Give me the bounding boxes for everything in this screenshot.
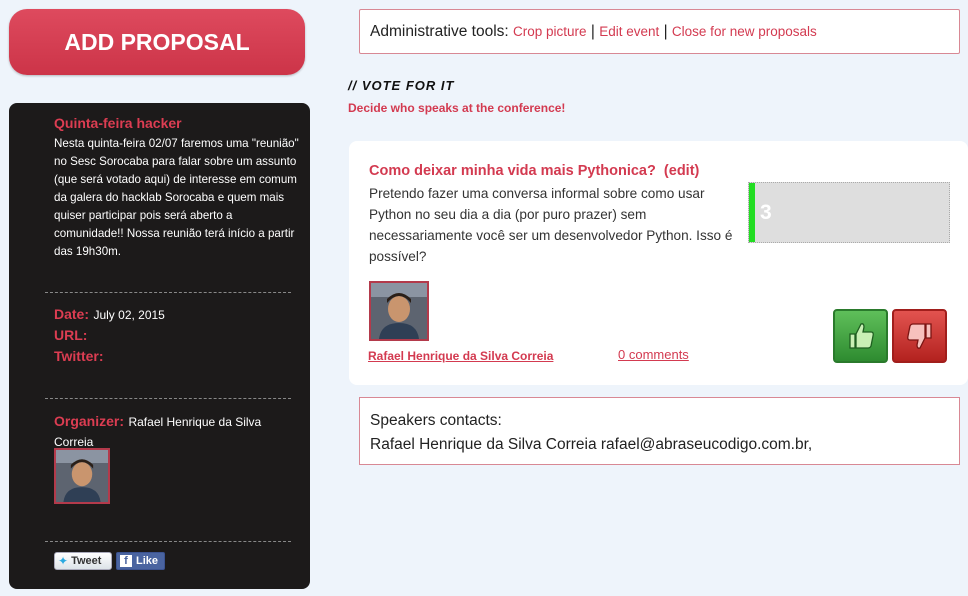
edit-event-link[interactable]: Edit event <box>599 24 659 39</box>
author-avatar[interactable] <box>369 281 429 341</box>
twitter-label: Twitter: <box>54 348 104 364</box>
event-description: Nesta quinta-feira 02/07 faremos uma "re… <box>54 137 299 258</box>
organizer-label: Organizer: <box>54 413 125 429</box>
date-value: July 02, 2015 <box>93 308 165 322</box>
separator: | <box>590 23 595 40</box>
thumbs-up-icon <box>848 323 874 349</box>
crop-picture-link[interactable]: Crop picture <box>513 24 587 39</box>
tweet-button[interactable]: ✦ Tweet <box>54 552 112 570</box>
facebook-like-button[interactable]: f Like <box>116 552 165 570</box>
speaker-contact: Rafael Henrique da Silva Correia rafael@… <box>370 436 813 453</box>
divider <box>45 541 291 542</box>
date-label: Date: <box>54 306 90 322</box>
facebook-icon: f <box>120 555 132 567</box>
vote-count: 3 <box>760 201 772 224</box>
upvote-button[interactable] <box>833 309 888 363</box>
social-buttons: ✦ Tweet f Like <box>54 552 165 570</box>
organizer-row: Organizer: Rafael Henrique da Silva Corr… <box>54 412 284 452</box>
vote-subheading: Decide who speaks at the conference! <box>348 101 566 115</box>
tweet-label: Tweet <box>71 555 102 567</box>
separator: | <box>663 23 668 40</box>
add-proposal-button[interactable]: ADD PROPOSAL <box>9 9 305 75</box>
speakers-contacts-box: Speakers contacts: Rafael Henrique da Si… <box>359 397 960 465</box>
proposal-description: Pretendo fazer uma conversa informal sob… <box>369 186 733 264</box>
speakers-label: Speakers contacts: <box>370 412 502 429</box>
thumbs-down-icon <box>906 323 932 349</box>
twitter-row: Twitter: <box>54 348 104 366</box>
like-label: Like <box>136 555 159 567</box>
comments-link[interactable]: 0 comments <box>618 347 689 362</box>
divider <box>45 398 291 399</box>
downvote-button[interactable] <box>892 309 947 363</box>
date-row: Date: July 02, 2015 <box>54 306 165 324</box>
proposal-title-row: Como deixar minha vida mais Pythonica? (… <box>369 163 699 179</box>
vote-meter: 3 <box>748 182 950 243</box>
event-title[interactable]: Quinta-feira hacker <box>54 115 182 131</box>
vote-heading: // VOTE FOR IT <box>348 78 455 93</box>
admin-tools-label: Administrative tools: <box>370 23 509 40</box>
twitter-bird-icon: ✦ <box>58 554 69 568</box>
vote-bar <box>749 183 755 242</box>
edit-proposal-link[interactable]: (edit) <box>664 163 699 179</box>
divider <box>45 292 291 293</box>
close-proposals-link[interactable]: Close for new proposals <box>672 24 817 39</box>
author-name[interactable]: Rafael Henrique da Silva Correia <box>368 349 553 363</box>
admin-tools-bar: Administrative tools: Crop picture | Edi… <box>359 9 960 54</box>
url-label: URL: <box>54 327 88 343</box>
organizer-avatar[interactable] <box>54 448 110 504</box>
proposal-card: Como deixar minha vida mais Pythonica? (… <box>349 141 968 385</box>
proposal-title[interactable]: Como deixar minha vida mais Pythonica? <box>369 163 656 179</box>
event-sidebar: Quinta-feira hacker Nesta quinta-feira 0… <box>9 103 310 589</box>
url-row: URL: <box>54 327 87 345</box>
